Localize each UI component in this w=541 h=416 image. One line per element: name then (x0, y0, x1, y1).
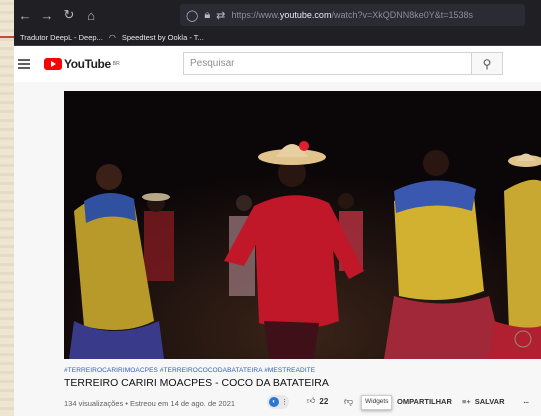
youtube-header: YouTube BR ⚲ (14, 46, 541, 82)
save-button[interactable]: ≡+ SALVAR (462, 397, 505, 406)
video-frame (64, 91, 541, 359)
thumbs-up-icon: 👍︎ (307, 396, 316, 405)
extension-more-icon: ⋮ (281, 399, 288, 406)
search-input[interactable] (184, 53, 482, 74)
share-button[interactable]: OMPARTILHAR (397, 397, 452, 406)
back-arrow-icon[interactable]: ← (14, 8, 36, 23)
lock-icon[interactable]: 🔒︎ (204, 9, 210, 22)
url-text[interactable]: https://www.youtube.com/watch?v=XkQDNN8k… (231, 10, 473, 20)
home-icon[interactable]: ⌂ (80, 8, 102, 23)
reload-icon[interactable]: ↻ (58, 7, 80, 23)
watch-page: #TERREIROCARIRIMOACPES #TERREIROCOCODABA… (14, 82, 541, 416)
like-count: 22 (319, 396, 329, 406)
extension-icon: ◐ (269, 397, 279, 407)
video-info: #TERREIROCARIRIMOACPES #TERREIROCOCODABA… (64, 367, 541, 411)
search-button[interactable]: ⚲ (471, 52, 503, 75)
search-icon: ⚲ (482, 56, 492, 71)
browser-toolbar: ← → ↻ ⌂ ◯ 🔒︎ ⇄ https://www.youtube.com/w… (14, 0, 541, 30)
dislike-button[interactable]: 👎︎ (344, 396, 353, 407)
url-host: youtube.com (279, 10, 332, 20)
save-playlist-icon: ≡+ (462, 397, 471, 406)
bookmark-speedtest[interactable]: Speedtest by Ookla - T... (122, 33, 204, 42)
bookmarks-bar: Tradutor DeepL - Deep... ◠ Speedtest by … (14, 30, 541, 46)
desktop-background-strip (0, 0, 14, 416)
speedtest-icon: ◠ (108, 33, 116, 42)
extension-chip[interactable]: ◐ ⋮ (267, 395, 289, 409)
video-hashtags[interactable]: #TERREIROCARIRIMOACPES #TERREIROCOCODABA… (64, 367, 541, 374)
logo-region: BR (112, 61, 120, 67)
video-player[interactable] (64, 91, 541, 359)
shield-icon[interactable]: ◯ (186, 9, 198, 22)
video-meta-row: 134 visualizações • Estreou em 14 de ago… (64, 395, 541, 411)
video-title: TERREIRO CARIRI MOACPES - COCO DA BATATE… (64, 377, 329, 389)
address-bar[interactable]: ◯ 🔒︎ ⇄ https://www.youtube.com/watch?v=X… (180, 4, 525, 26)
decorative-line (0, 36, 14, 38)
thumbs-down-icon: 👎︎ (344, 396, 354, 406)
youtube-logo[interactable]: YouTube BR (44, 57, 120, 71)
youtube-play-icon (44, 58, 62, 70)
more-actions-icon[interactable]: ... (523, 395, 529, 406)
widgets-tooltip: Widgets (361, 395, 393, 410)
search-box: ⚲ (183, 52, 503, 75)
like-button[interactable]: 👍︎ 22 (307, 396, 328, 406)
browser-window: ← → ↻ ⌂ ◯ 🔒︎ ⇄ https://www.youtube.com/w… (14, 0, 541, 416)
permissions-icon[interactable]: ⇄ (216, 9, 225, 22)
logo-text: YouTube (64, 57, 111, 71)
forward-arrow-icon[interactable]: → (36, 8, 58, 23)
bookmark-deepl[interactable]: Tradutor DeepL - Deep... (20, 33, 103, 42)
menu-icon[interactable] (18, 57, 30, 72)
video-views-date: 134 visualizações • Estreou em 14 de ago… (64, 398, 236, 408)
